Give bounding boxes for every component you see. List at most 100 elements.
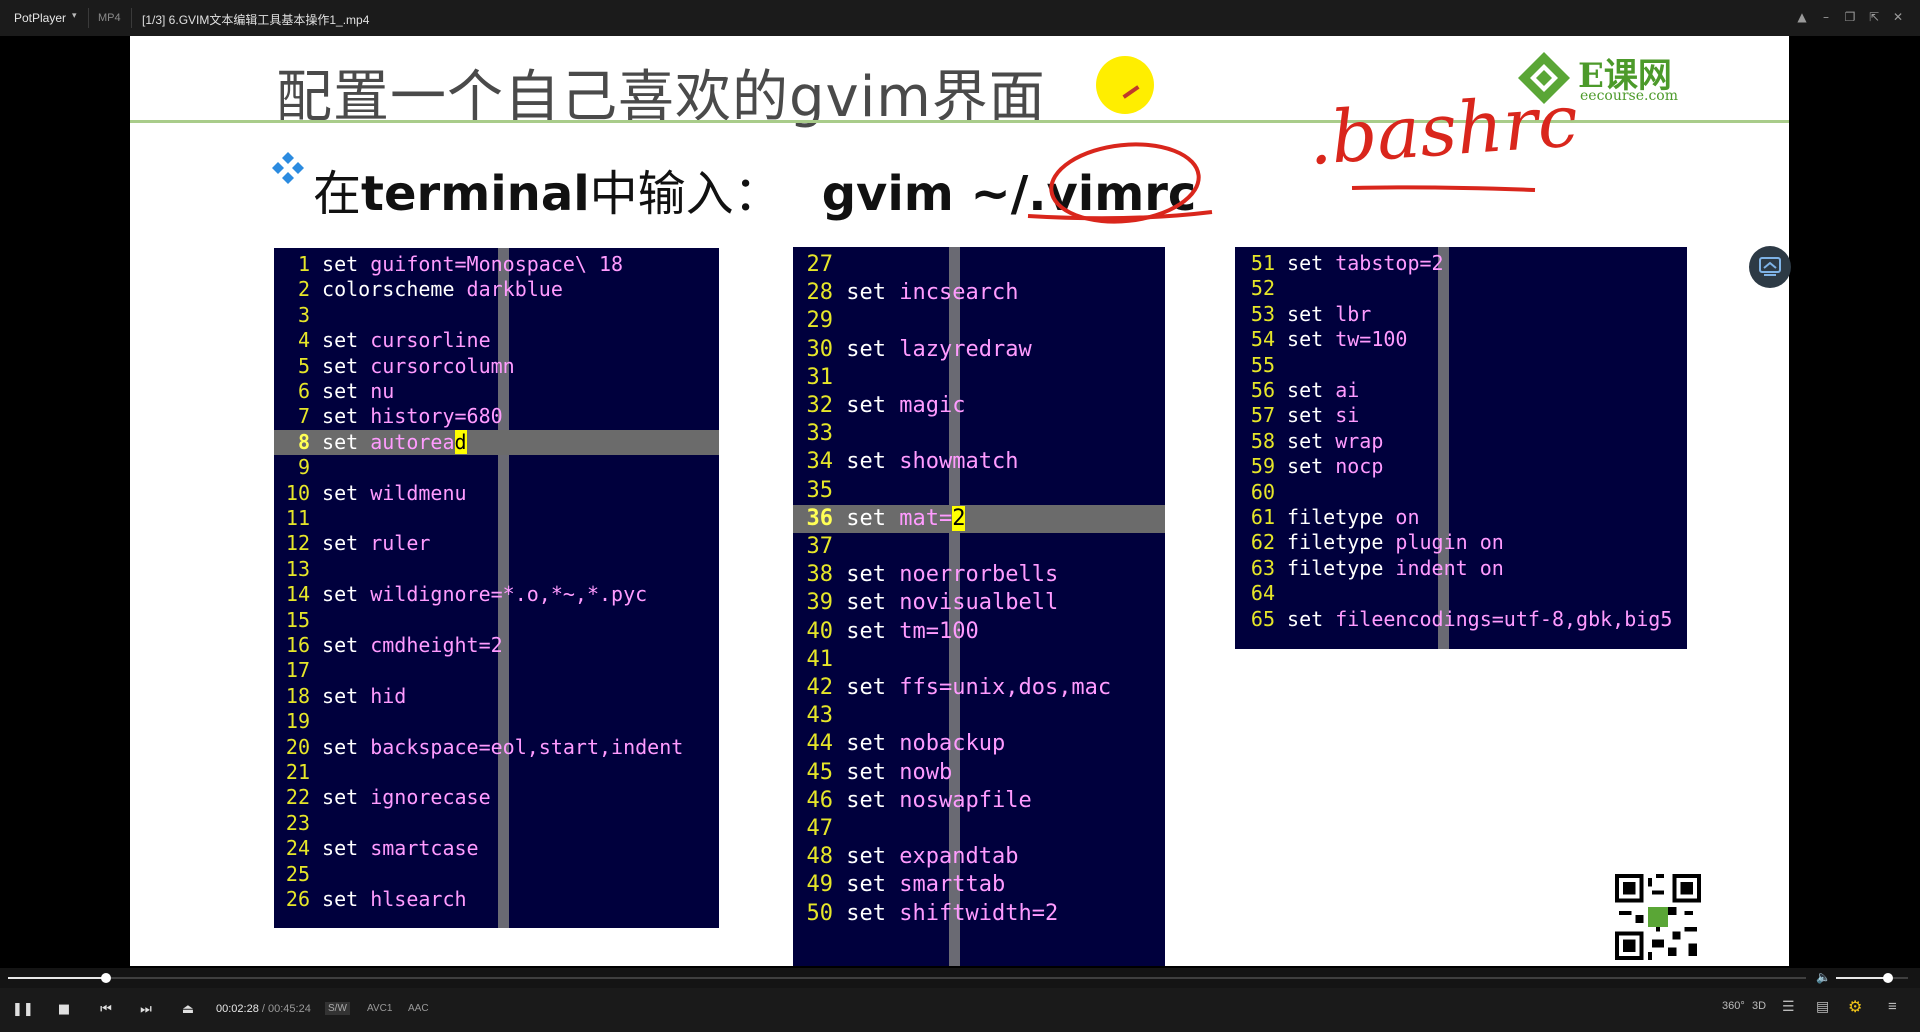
code-line: 59 set nocp xyxy=(1235,454,1687,479)
volume-handle[interactable] xyxy=(1882,973,1893,983)
text-cursor: 2 xyxy=(952,505,966,531)
current-time: 00:02:28 xyxy=(216,1003,259,1015)
file-title: [1/3] 6.GVIM文本编辑工具基本操作1_.mp4 xyxy=(142,13,370,27)
title-bar: PotPlayer ▾ MP4 [1/3] 6.GVIM文本编辑工具基本操作1_… xyxy=(0,0,1920,36)
line-value: magic xyxy=(899,393,966,418)
code-line: 12 set ruler xyxy=(274,531,719,556)
line-keyword: set xyxy=(846,618,886,644)
line-number: 9 xyxy=(297,455,310,480)
fullscreen-icon[interactable]: ⇱ xyxy=(1866,9,1882,25)
restore-icon[interactable]: ❐ xyxy=(1842,9,1858,25)
line-value: tabstop=2 xyxy=(1335,251,1444,275)
instruction-prefix: 在 xyxy=(313,166,362,222)
line-keyword: set xyxy=(1287,327,1324,352)
line-number: 53 xyxy=(1250,301,1275,326)
title-rule xyxy=(130,120,1789,123)
audio-codec-tag[interactable]: AAC xyxy=(405,1002,432,1015)
line-keyword: set xyxy=(322,531,359,556)
line-number: 57 xyxy=(1250,403,1275,428)
share-icon[interactable] xyxy=(1749,246,1791,288)
line-value: history=680 xyxy=(370,404,503,429)
line-number: 30 xyxy=(806,336,834,362)
line-value: showmatch xyxy=(899,449,1019,475)
code-line: 41 xyxy=(793,646,1165,674)
line-value: cmdheight=2 xyxy=(370,633,503,657)
code-line: 64 xyxy=(1235,581,1687,606)
line-keyword: set xyxy=(322,734,359,759)
line-number: 39 xyxy=(806,590,834,616)
line-value: nocp xyxy=(1335,454,1384,479)
seek-handle[interactable] xyxy=(100,973,111,983)
line-number: 32 xyxy=(806,393,834,418)
volume-icon[interactable]: 🔈 xyxy=(1816,970,1831,984)
line-number: 5 xyxy=(297,353,310,378)
line-number: 8 xyxy=(297,429,310,454)
code-line: 61 filetype on xyxy=(1235,505,1687,530)
pin-icon[interactable]: ▲ xyxy=(1794,9,1810,25)
subtitle-icon[interactable]: ▤ xyxy=(1816,998,1829,1015)
line-keyword: set xyxy=(322,252,359,276)
line-number: 18 xyxy=(285,683,310,708)
line-number: 11 xyxy=(285,506,310,530)
line-value: fileencodings=utf-8,gbk,big5 xyxy=(1335,606,1673,631)
line-number: 48 xyxy=(806,844,834,870)
playlist-icon[interactable]: ☰ xyxy=(1782,998,1795,1015)
line-number: 17 xyxy=(285,658,310,683)
line-value: mat=2 xyxy=(899,505,966,531)
close-icon[interactable]: ✕ xyxy=(1890,9,1906,25)
line-number: 60 xyxy=(1250,479,1275,504)
control-bar: ❚❚ ■ ⏮ ⏭ ⏏ 00:02:28 / 00:45:24 S/W AVC1 … xyxy=(0,988,1920,1032)
eject-icon[interactable]: ⏏ xyxy=(178,1000,198,1020)
vr-360-button[interactable]: 360° xyxy=(1722,1000,1745,1012)
line-number: 43 xyxy=(806,703,834,729)
prev-icon[interactable]: ⏮ xyxy=(96,1000,116,1020)
underline-annotation xyxy=(1351,185,1536,192)
line-value: nowb xyxy=(899,759,953,785)
line-number: 58 xyxy=(1250,428,1275,453)
line-number: 59 xyxy=(1250,454,1275,479)
code-line: 44 set nobackup xyxy=(793,730,1165,758)
code-line: 20 set backspace=eol,start,indent xyxy=(274,735,719,760)
video-codec-tag[interactable]: AVC1 xyxy=(364,1002,395,1015)
volume-slider[interactable] xyxy=(1836,973,1908,983)
line-number: 6 xyxy=(297,379,310,403)
line-keyword: set xyxy=(322,480,359,505)
code-line: 13 xyxy=(274,557,719,582)
code-line: 55 xyxy=(1235,353,1687,378)
line-number: 26 xyxy=(285,887,310,911)
logo-url: eecourse.com xyxy=(1580,88,1679,104)
line-number: 54 xyxy=(1250,327,1275,352)
line-number: 41 xyxy=(806,646,834,672)
line-number: 56 xyxy=(1250,378,1275,402)
line-keyword: set xyxy=(1287,454,1324,479)
line-number: 10 xyxy=(285,480,310,505)
code-line: 57 set si xyxy=(1235,403,1687,428)
line-value: noerrorbells xyxy=(899,562,1059,588)
video-frame[interactable]: 配置一个自己喜欢的gvim界面 E课网 eecourse.com 在termin… xyxy=(130,36,1789,966)
line-value: ai xyxy=(1335,378,1360,402)
seek-bar[interactable] xyxy=(8,973,1806,983)
line-number: 47 xyxy=(806,816,834,841)
line-keyword: set xyxy=(322,836,359,861)
line-number: 52 xyxy=(1250,276,1275,301)
menu-chevron-icon[interactable]: ▾ xyxy=(72,11,77,21)
settings-icon[interactable]: ⚙ xyxy=(1848,997,1862,1017)
sw-decoder-tag[interactable]: S/W xyxy=(325,1002,350,1015)
line-keyword: set xyxy=(846,336,886,362)
minimize-icon[interactable]: – xyxy=(1818,9,1834,25)
bullet-icon xyxy=(270,150,306,190)
next-icon[interactable]: ⏭ xyxy=(136,1000,156,1020)
line-value: wrap xyxy=(1335,428,1384,453)
line-keyword: set xyxy=(846,562,886,588)
qr-code xyxy=(1615,874,1701,960)
app-name[interactable]: PotPlayer xyxy=(14,11,66,25)
pause-icon[interactable]: ❚❚ xyxy=(12,1000,34,1020)
3d-button[interactable]: 3D xyxy=(1752,1000,1766,1012)
instruction-bold: terminal xyxy=(361,166,590,222)
line-keyword: set xyxy=(846,731,886,757)
line-value: darkblue xyxy=(466,277,563,302)
line-keyword: set xyxy=(846,675,886,700)
stop-icon[interactable]: ■ xyxy=(54,1000,74,1020)
menu-icon[interactable]: ≡ xyxy=(1888,998,1897,1015)
code-line: 11 xyxy=(274,506,719,531)
